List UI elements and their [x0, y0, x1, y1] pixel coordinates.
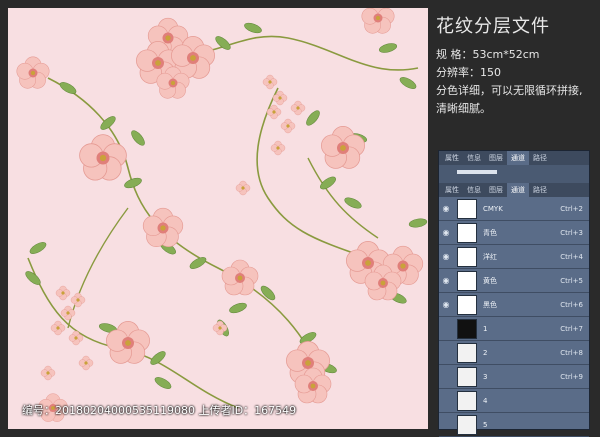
channel-shortcut: Ctrl+2	[560, 204, 583, 213]
floral-artwork	[16, 8, 428, 423]
channel-thumbnail	[457, 366, 477, 387]
channel-row[interactable]: ◉ CMYK Ctrl+2	[439, 197, 589, 221]
channel-name: CMYK	[483, 204, 503, 213]
channels-panel: 属性 信息 图层 通道 路径 属性 信息 图层 通道 路径 ◉ CMYK Ctrl+…	[438, 150, 590, 437]
channel-shortcut: Ctrl+7	[560, 324, 583, 333]
floral-pattern-image	[8, 8, 428, 429]
channel-name: 4	[483, 396, 488, 405]
channel-thumbnail	[457, 246, 477, 267]
channel-row[interactable]: 3 Ctrl+9	[439, 365, 589, 389]
spec-text: 规 格：53cm*52cm 分辨率：150 分色详细，可以无限循环拼接, 清晰细…	[436, 46, 598, 118]
tab-layers[interactable]: 图层	[485, 183, 507, 197]
channel-row[interactable]: ◉ 黄色 Ctrl+5	[439, 269, 589, 293]
spec-resolution: 分辨率：150	[436, 66, 501, 79]
channel-name: 黑色	[483, 300, 497, 309]
product-title: 花纹分层文件	[436, 16, 550, 37]
channel-shortcut: Ctrl+3	[560, 228, 583, 237]
channel-thumbnail	[457, 318, 477, 339]
channel-row[interactable]: 4	[439, 389, 589, 413]
channel-list: ◉ CMYK Ctrl+2 ◉ 青色 Ctrl+3 ◉ 洋红 Ctrl+4 ◉ 黄色 Ctrl+…	[439, 197, 589, 437]
channel-thumbnail	[457, 198, 477, 219]
panel-top-tabbar: 属性 信息 图层 通道 路径	[439, 151, 589, 165]
eye-icon[interactable]: ◉	[439, 252, 453, 261]
spec-description-2: 清晰细腻。	[436, 102, 491, 115]
eye-icon[interactable]: ◉	[439, 228, 453, 237]
channel-shortcut: Ctrl+6	[560, 300, 583, 309]
tab-channels-top[interactable]: 通道	[507, 151, 529, 165]
footer-id-text: 编号：20180204000535119080 上传者ID：167549	[22, 404, 297, 417]
eye-icon[interactable]: ◉	[439, 204, 453, 213]
collapsed-panel-area	[439, 165, 589, 183]
channel-row[interactable]: 1 Ctrl+7	[439, 317, 589, 341]
channel-name: 5	[483, 420, 488, 429]
channel-thumbnail	[457, 270, 477, 291]
tab-paths-top[interactable]: 路径	[529, 151, 551, 165]
eye-icon[interactable]: ◉	[439, 276, 453, 285]
channel-name: 青色	[483, 228, 497, 237]
channel-name: 2	[483, 348, 488, 357]
channel-shortcut: Ctrl+9	[560, 372, 583, 381]
tab-channels[interactable]: 通道	[507, 183, 529, 197]
channel-row[interactable]: 2 Ctrl+8	[439, 341, 589, 365]
channel-row[interactable]: ◉ 洋红 Ctrl+4	[439, 245, 589, 269]
channel-thumbnail	[457, 294, 477, 315]
eye-icon[interactable]: ◉	[439, 300, 453, 309]
tab-info-top[interactable]: 信息	[463, 151, 485, 165]
channel-shortcut: Ctrl+4	[560, 252, 583, 261]
spec-description-1: 分色详细，可以无限循环拼接,	[436, 84, 583, 97]
channel-shortcut: Ctrl+8	[560, 348, 583, 357]
channel-thumbnail	[457, 414, 477, 435]
tab-info[interactable]: 信息	[463, 183, 485, 197]
spec-size: 规 格：53cm*52cm	[436, 48, 540, 61]
channel-row[interactable]: 5	[439, 413, 589, 437]
channel-name: 1	[483, 324, 488, 333]
tab-properties[interactable]: 属性	[441, 183, 463, 197]
channel-name: 3	[483, 372, 488, 381]
channel-row[interactable]: ◉ 黑色 Ctrl+6	[439, 293, 589, 317]
scroll-indicator[interactable]	[457, 170, 497, 174]
tab-layers-top[interactable]: 图层	[485, 151, 507, 165]
tab-paths[interactable]: 路径	[529, 183, 551, 197]
tab-properties-top[interactable]: 属性	[441, 151, 463, 165]
channel-row[interactable]: ◉ 青色 Ctrl+3	[439, 221, 589, 245]
channel-shortcut: Ctrl+5	[560, 276, 583, 285]
channel-thumbnail	[457, 342, 477, 363]
channel-name: 黄色	[483, 276, 497, 285]
channel-thumbnail	[457, 222, 477, 243]
channel-thumbnail	[457, 390, 477, 411]
panel-tabbar: 属性 信息 图层 通道 路径	[439, 183, 589, 197]
channel-name: 洋红	[483, 252, 497, 261]
